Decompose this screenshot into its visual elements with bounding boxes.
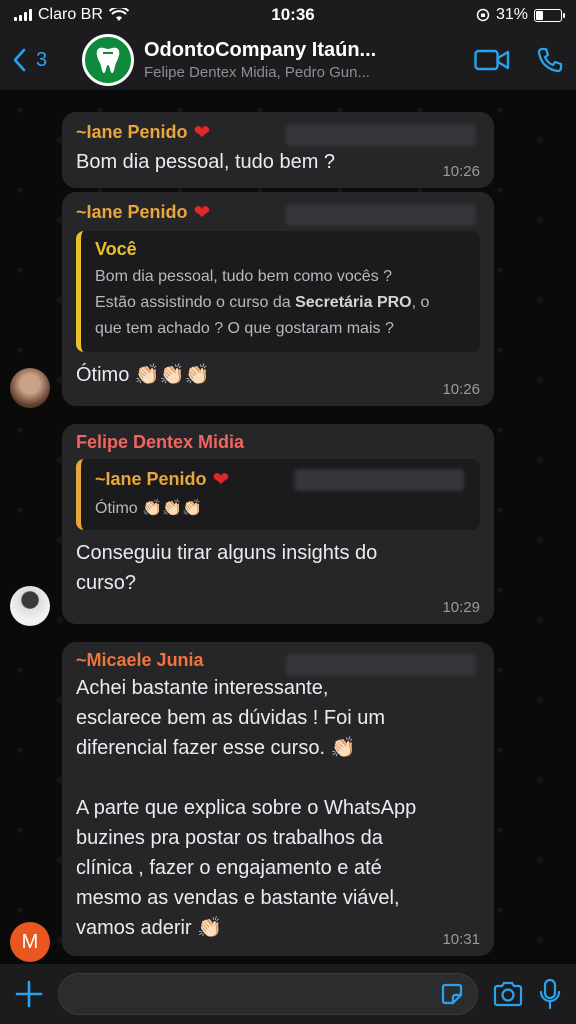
chat-title-area[interactable]: OdontoCompany Itaún... Felipe Dentex Mid… (144, 39, 456, 81)
chat-participants: Felipe Dentex Midia, Pedro Gun... (144, 64, 370, 81)
avatar-iane[interactable] (10, 368, 50, 408)
message-time: 10:26 (442, 381, 480, 398)
sender-name: ~Iane Penido (76, 202, 188, 222)
avatar-letter: M (21, 930, 39, 953)
attach-button[interactable] (14, 979, 44, 1009)
message-bubble[interactable]: ~Iane Penido ❤ Você Bom dia pessoal, tud… (62, 192, 494, 406)
group-avatar[interactable] (82, 34, 134, 86)
chat-title: OdontoCompany Itaún... (144, 39, 377, 61)
carrier-label: Claro BR (38, 6, 103, 23)
camera-icon (493, 981, 523, 1007)
message-text: Achei bastante interessante, esclarece b… (76, 673, 480, 943)
orientation-lock-icon (476, 8, 490, 22)
battery-icon (534, 8, 565, 22)
text-line: mesmo as vendas e bastante viável, (76, 887, 400, 909)
message-text: Bom dia pessoal, tudo bem ? (76, 151, 336, 173)
avatar-felipe[interactable] (10, 586, 50, 626)
text-line: vamos aderir 👏🏻 (76, 917, 223, 939)
message-time: 10:26 (442, 163, 480, 180)
text-line: Achei bastante interessante, (76, 677, 329, 699)
message-bubble[interactable]: ~Micaele Junia Achei bastante interessan… (62, 642, 494, 956)
message-text: Conseguiu tirar alguns insights do curso… (76, 538, 480, 598)
camera-button[interactable] (492, 980, 524, 1008)
blurred-phone-number (286, 124, 476, 146)
message-list[interactable]: ~Iane Penido ❤ Bom dia pessoal, tudo bem… (0, 90, 576, 964)
status-bar: Claro BR 10:36 31% (0, 0, 576, 30)
text-line: curso? (76, 572, 137, 594)
quote-line: Estão assistindo o curso da Secretária P… (95, 294, 430, 311)
phone-icon[interactable] (536, 46, 564, 74)
message-time: 10:31 (442, 931, 480, 948)
composer-bar (0, 964, 576, 1024)
plus-icon (15, 980, 43, 1008)
quoted-message[interactable]: Você Bom dia pessoal, tudo bem como você… (76, 231, 480, 352)
signal-icon (14, 9, 32, 21)
heart-emoji-icon: ❤ (193, 122, 211, 144)
message-text: Ótimo 👏🏻👏🏻👏🏻 (76, 364, 210, 386)
text-line: A parte que explica sobre o WhatsApp (76, 797, 417, 819)
text-line: Conseguiu tirar alguns insights do (76, 542, 378, 564)
status-left: Claro BR (14, 6, 214, 24)
quote-text: Bom dia pessoal, tudo bem como vocês ? E… (95, 264, 468, 342)
quote-line: que tem achado ? O que gostaram mais ? (95, 320, 394, 337)
mic-button[interactable] (538, 978, 562, 1010)
blurred-phone-number (286, 204, 476, 226)
unread-count: 3 (36, 48, 48, 71)
clock: 10:36 (271, 5, 315, 24)
message-time: 10:29 (442, 599, 480, 616)
microphone-icon (539, 978, 561, 1010)
message-input[interactable] (58, 973, 478, 1015)
avatar-micaele[interactable]: M (10, 922, 50, 962)
text-line: diferencial fazer esse curso. 👏🏻 (76, 737, 356, 759)
sender-name: ~Iane Penido (95, 469, 207, 489)
video-camera-icon[interactable] (474, 48, 510, 72)
sender-name: ~Iane Penido (76, 122, 188, 142)
tooth-logo-icon (96, 47, 120, 73)
battery-percent: 31% (495, 6, 528, 23)
sticker-icon[interactable] (439, 981, 465, 1007)
quote-line: Bom dia pessoal, tudo bem como vocês ? (95, 268, 393, 285)
heart-emoji-icon: ❤ (193, 202, 211, 224)
heart-emoji-icon: ❤ (212, 469, 230, 491)
chat-header: 3 OdontoCompany Itaún... Felipe Dentex M… (0, 30, 576, 90)
back-button[interactable]: 3 (12, 48, 82, 72)
message-bubble[interactable]: ~Iane Penido ❤ Bom dia pessoal, tudo bem… (62, 112, 494, 188)
status-right: 31% (392, 6, 565, 24)
blurred-phone-number (294, 469, 464, 491)
quote-sender: Você (95, 239, 137, 259)
text-line: clínica , fazer o engajamento e até (76, 857, 382, 879)
wifi-icon (108, 8, 129, 21)
quoted-message[interactable]: ~Iane Penido ❤ Ótimo 👏🏻👏🏻👏🏻 (76, 459, 480, 530)
text-line: esclarece bem as dúvidas ! Foi um (76, 707, 386, 729)
message-sender: Felipe Dentex Midia (76, 432, 245, 452)
chevron-left-icon (13, 48, 26, 72)
message-bubble[interactable]: Felipe Dentex Midia ~Iane Penido ❤ Ótimo… (62, 424, 494, 624)
header-actions (474, 46, 564, 74)
blurred-phone-number (286, 654, 476, 676)
text-line: buzines pra postar os trabalhos da (76, 827, 383, 849)
quote-text: Ótimo 👏🏻👏🏻👏🏻 (95, 500, 202, 517)
